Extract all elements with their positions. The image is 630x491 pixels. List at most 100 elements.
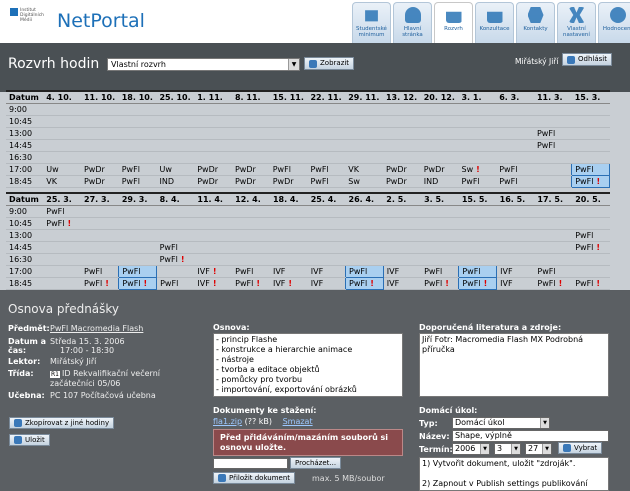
lesson-cell[interactable]: IVF [307,277,346,290]
lesson-cell[interactable]: PwFl! [458,277,498,290]
lesson-cell[interactable]: PwDr [420,163,459,176]
outline-textarea[interactable]: - princip Flashe - konstrukce a hierarch… [213,333,403,397]
lesson-cell[interactable]: Uw [156,163,195,176]
lesson-cell[interactable]: PwDr [269,175,308,188]
lesson-cell[interactable]: PwFl! [232,277,270,290]
lesson-cell[interactable]: PwFl [571,163,610,176]
lesson-cell[interactable]: PwFl! [118,277,158,290]
lesson-cell[interactable]: VK [345,163,383,176]
lesson-cell[interactable]: IVF [496,265,535,278]
term-day-select[interactable]: 27 ▼ [525,443,552,455]
lesson-cell[interactable]: PwFl! [572,241,610,254]
lesson-cell[interactable]: IVF! [269,277,308,290]
tab-consultation[interactable]: Konzultace [475,2,514,43]
document-link[interactable]: fla1.zip [213,417,242,426]
lesson-cell[interactable]: PwFl! [571,175,610,188]
lesson-cell[interactable]: PwFl [156,277,195,290]
empty-cell [269,253,308,266]
lesson-cell[interactable]: PwFl [43,205,82,218]
lesson-cell[interactable]: PwFl [421,265,459,278]
lesson-cell[interactable]: PwDr [231,175,270,188]
lesson-cell[interactable]: PwFl [118,163,157,176]
lesson-cell[interactable]: PwDr [194,175,232,188]
lesson-cell[interactable]: PwDr [80,163,119,176]
lesson-cell[interactable]: VK [43,175,81,188]
tab-home[interactable]: Hlavní stránka [393,2,432,43]
lesson-cell[interactable]: PwDr [382,175,421,188]
lesson-cell[interactable]: PwFl [307,163,346,176]
lesson-cell[interactable]: PwFl [156,241,195,254]
empty-cell [307,229,346,242]
tab-contacts[interactable]: Kontakty [516,2,555,43]
tab-grades[interactable]: Hodnocení [598,2,630,43]
tab-schedule[interactable]: Rozvrh [434,2,473,43]
lesson-cell[interactable]: PwFl [533,127,572,140]
empty-cell [421,241,459,254]
lesson-cell[interactable]: PwFl [269,163,308,176]
lesson-cell[interactable]: IVF [496,277,535,290]
term-year-select[interactable]: 2006 ▼ [452,443,490,455]
lesson-cell[interactable]: IVF [307,265,346,278]
term-month-select[interactable]: 3 ▼ [494,443,521,455]
lesson-cell[interactable]: IVF! [194,277,233,290]
delete-document-link[interactable]: Smazat [283,417,313,426]
homework-type-select[interactable]: Domácí úkol ▼ [452,417,550,429]
lesson-cell[interactable]: PwDr [80,175,119,188]
tab-student[interactable]: Studentské minimum [352,2,391,43]
empty-cell [80,127,119,140]
lesson-cell[interactable]: IND [420,175,459,188]
lesson-cell[interactable]: PwFl [118,265,158,278]
logo-icon [10,8,18,16]
lesson-cell[interactable]: IVF [269,265,308,278]
literature-textarea[interactable]: Jiří Fotr: Macromedia Flash MX Podrobná … [419,333,609,397]
lesson-cell[interactable]: PwFl [496,175,534,188]
subject-link[interactable]: PwFl Macromedia Flash [50,324,143,333]
empty-cell [458,139,497,152]
file-input[interactable] [213,458,288,469]
time-slot: 17:00 [6,265,44,278]
lesson-cell[interactable]: PwFl [496,163,534,176]
tab-settings[interactable]: Vlastní nastavení [557,2,596,43]
lesson-cell[interactable]: PwFl! [81,277,119,290]
lesson-cell[interactable]: PwFl [572,229,610,242]
lesson-cell[interactable]: Sw [345,175,383,188]
lesson-cell[interactable]: Sw! [458,163,497,176]
lesson-cell[interactable]: PwFl! [156,253,195,266]
lesson-code: PwFl [349,267,368,276]
lesson-cell[interactable]: IND [156,175,195,188]
lesson-cell[interactable]: PwFl! [421,277,459,290]
lesson-cell[interactable]: IVF! [194,265,233,278]
lesson-cell[interactable]: PwFl [458,265,498,278]
lesson-cell[interactable]: PwDr [382,163,421,176]
copy-from-lesson-button[interactable]: Zkopírovat z jiné hodiny [9,417,115,429]
lesson-cell[interactable]: PwDr [231,163,270,176]
lesson-cell[interactable]: PwFl! [345,277,384,290]
lesson-cell[interactable]: PwFl [81,265,119,278]
homework-textarea[interactable]: 1) Vytvořit dokument, uložit "zdroják". … [419,457,609,491]
homework-name-input[interactable]: Shape, výplně [452,430,609,442]
lesson-cell[interactable]: PwFl [534,265,573,278]
lesson-cell[interactable]: IVF [383,277,422,290]
logout-button-label: Odhlásit [578,55,607,63]
attach-document-button[interactable]: Přiložit dokument [213,472,296,484]
lesson-cell[interactable]: IVF [383,265,422,278]
empty-cell [81,205,119,218]
lesson-cell[interactable]: PwFl [118,175,157,188]
lesson-cell[interactable]: PwFl [533,139,572,152]
lesson-code: Uw [159,165,172,174]
lesson-cell[interactable]: PwDr [194,163,232,176]
logout-button[interactable]: Odhlásit [562,53,612,66]
lesson-cell[interactable]: PwFl [232,265,270,278]
browse-button[interactable]: Procházet... [290,457,342,469]
lesson-cell[interactable]: PwFl [458,175,497,188]
lesson-cell[interactable]: PwFl [345,265,384,278]
show-button[interactable]: Zobrazit [304,57,355,70]
schedule-select[interactable]: Vlastní rozvrh ▼ [107,58,300,71]
lesson-cell[interactable]: PwFl! [43,217,82,230]
save-button[interactable]: Uložit [9,434,50,446]
lesson-cell[interactable]: PwFl [307,175,346,188]
lesson-cell[interactable]: PwFl! [572,277,610,290]
choose-date-button[interactable]: Vybrat [558,442,603,454]
lesson-cell[interactable]: PwFl! [534,277,573,290]
lesson-cell[interactable]: Uw [43,163,81,176]
